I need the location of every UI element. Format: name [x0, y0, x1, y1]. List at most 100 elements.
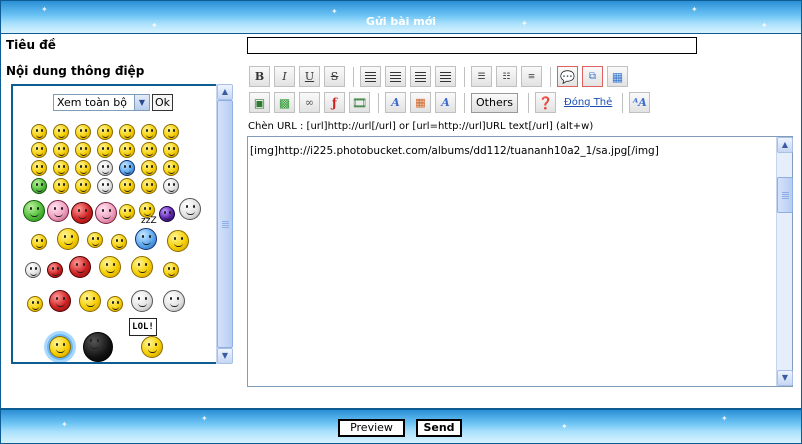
insert-image-button[interactable]: ▣	[249, 92, 270, 113]
smilie-icon[interactable]	[97, 178, 113, 194]
underline-button[interactable]: U	[299, 66, 320, 87]
smilie-icon[interactable]	[53, 160, 69, 176]
size-button[interactable]: A	[435, 92, 456, 113]
indent-button[interactable]: ≡	[521, 66, 542, 87]
smilie-icon[interactable]	[131, 256, 153, 278]
toolbar-separator	[550, 66, 551, 87]
smilie-icon[interactable]	[107, 296, 123, 312]
preview-button[interactable]: Preview	[338, 419, 405, 437]
chevron-down-icon[interactable]: ▼	[134, 95, 149, 110]
help-button[interactable]: ❓	[534, 92, 556, 113]
message-textarea[interactable]: [img]http://i225.photobucket.com/albums/…	[247, 136, 793, 387]
smilie-icon[interactable]	[31, 160, 47, 176]
smilie-icon[interactable]	[163, 262, 179, 278]
smilie-icon[interactable]	[87, 232, 103, 248]
justify-button[interactable]	[435, 66, 456, 87]
smilie-icon[interactable]	[163, 142, 179, 158]
smilie-icon[interactable]	[99, 256, 121, 278]
smilie-icon[interactable]	[119, 142, 135, 158]
smilie-icon[interactable]	[53, 142, 69, 158]
color-button[interactable]: ▦	[410, 92, 431, 113]
smilie-icon[interactable]	[141, 178, 157, 194]
smilie-icon[interactable]	[75, 178, 91, 194]
smilie-icon[interactable]	[97, 142, 113, 158]
smilie-scrollbar-thumb[interactable]	[217, 100, 233, 348]
bold-button[interactable]: B	[249, 66, 270, 87]
smilie-icon[interactable]	[119, 204, 135, 220]
insert-video-button[interactable]: 🎞	[349, 92, 370, 113]
smilie-icon[interactable]	[53, 178, 69, 194]
smilie-icon[interactable]	[47, 262, 63, 278]
strikethrough-button[interactable]: S	[324, 66, 345, 87]
message-scrollbar-thumb[interactable]	[777, 177, 793, 213]
smilie-icon[interactable]	[141, 142, 157, 158]
align-center-button[interactable]	[385, 66, 406, 87]
smilie-icon[interactable]	[95, 202, 117, 224]
smilie-icon[interactable]	[23, 200, 45, 222]
bullet-list-button[interactable]: ☰	[471, 66, 492, 87]
smilie-icon[interactable]	[69, 256, 91, 278]
smilie-icon[interactable]	[75, 160, 91, 176]
code-button[interactable]: ⧉	[582, 66, 603, 87]
smilie-icon[interactable]	[163, 178, 179, 194]
font-button[interactable]: A	[385, 92, 406, 113]
align-right-button[interactable]	[410, 66, 431, 87]
message-scrollbar[interactable]: ▲ ▼	[776, 137, 793, 386]
afro-smilie-icon[interactable]	[83, 332, 113, 362]
scroll-down-icon[interactable]: ▼	[217, 348, 233, 364]
subject-input[interactable]	[247, 37, 697, 54]
smilie-icon[interactable]	[71, 202, 93, 224]
numbered-list-button[interactable]: ☷	[496, 66, 517, 87]
smilie-icon[interactable]	[119, 178, 135, 194]
scroll-down-icon[interactable]: ▼	[777, 370, 793, 386]
smilie-icon[interactable]	[53, 124, 69, 140]
smilie-icon[interactable]	[167, 230, 189, 252]
close-tags-link[interactable]: Đóng Thẻ	[564, 97, 612, 108]
smilie-icon[interactable]	[49, 336, 71, 358]
smilie-icon[interactable]	[47, 200, 69, 222]
smilie-scrollbar[interactable]: ▲ ▼	[216, 84, 233, 364]
smilie-icon[interactable]	[159, 206, 175, 222]
send-button[interactable]: Send	[416, 419, 462, 437]
smilie-icon[interactable]	[31, 124, 47, 140]
smilie-icon[interactable]	[111, 234, 127, 250]
smilie-icon[interactable]	[135, 228, 157, 250]
scroll-up-icon[interactable]: ▲	[777, 137, 793, 153]
quote-button[interactable]: 💬	[557, 66, 578, 87]
smilie-icon[interactable]	[31, 142, 47, 158]
smilie-icon[interactable]	[97, 160, 113, 176]
lol-sign[interactable]: LOL!	[129, 318, 157, 336]
insert-picture-button[interactable]: ▩	[274, 92, 295, 113]
smilie-ok-button[interactable]: Ok	[152, 94, 174, 111]
smilie-icon[interactable]	[31, 234, 47, 250]
italic-button[interactable]: I	[274, 66, 295, 87]
smilie-icon[interactable]	[25, 262, 41, 278]
smilie-icon[interactable]	[27, 296, 43, 312]
smilie-icon[interactable]	[119, 124, 135, 140]
smilie-icon[interactable]	[163, 290, 185, 312]
smilie-icon[interactable]	[75, 124, 91, 140]
scroll-up-icon[interactable]: ▲	[217, 84, 233, 100]
others-button[interactable]: Others	[471, 92, 518, 113]
smilie-icon[interactable]	[57, 228, 79, 250]
smilie-category-select[interactable]: Xem toàn bộ ▼	[53, 94, 150, 111]
smilie-icon[interactable]	[79, 290, 101, 312]
smilie-icon[interactable]	[75, 142, 91, 158]
resize-text-button[interactable]: ᴬA	[629, 92, 651, 113]
color-palette-icon: ▦	[415, 96, 426, 109]
smilie-icon[interactable]	[163, 160, 179, 176]
smilie-icon[interactable]	[141, 160, 157, 176]
smilie-icon[interactable]	[163, 124, 179, 140]
smilie-icon[interactable]	[141, 336, 163, 358]
insert-flash-button[interactable]: ƒ	[324, 92, 345, 113]
insert-link-button[interactable]: ∞	[299, 92, 320, 113]
align-left-button[interactable]	[360, 66, 381, 87]
smilie-icon[interactable]	[119, 160, 135, 176]
smilie-icon[interactable]	[141, 124, 157, 140]
smilie-icon[interactable]	[97, 124, 113, 140]
smilie-icon[interactable]	[131, 290, 153, 312]
smilie-icon[interactable]	[179, 198, 201, 220]
table-button[interactable]: ▦	[607, 66, 628, 87]
smilie-icon[interactable]	[31, 178, 47, 194]
smilie-icon[interactable]	[49, 290, 71, 312]
